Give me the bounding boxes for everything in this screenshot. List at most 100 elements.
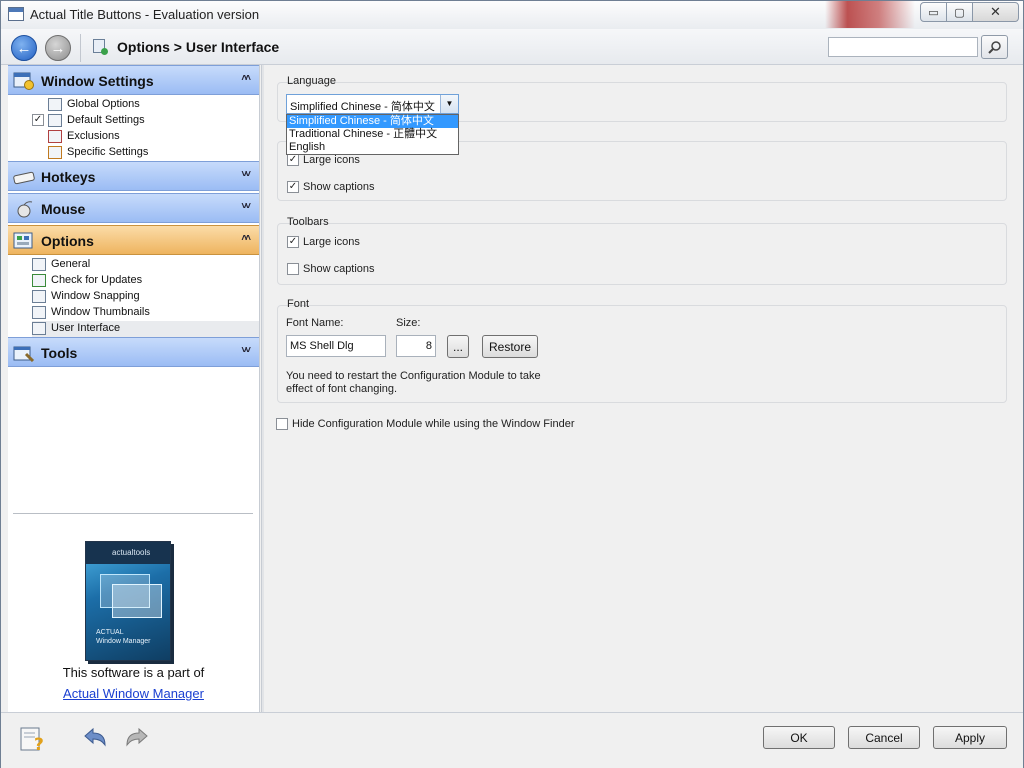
forward-arrow-icon: → (50, 39, 66, 57)
group-window-settings[interactable]: Window Settings ˄˄ (8, 65, 259, 95)
expand-chevron-icon[interactable]: ˅˅ (241, 345, 251, 356)
dropdown-arrow-icon[interactable]: ▼ (440, 95, 458, 113)
window-title: Actual Title Buttons - Evaluation versio… (30, 7, 260, 22)
promo-link[interactable]: Actual Window Manager (8, 686, 259, 701)
user-interface-icon (32, 322, 46, 335)
svg-text:?: ? (34, 735, 44, 753)
font-size-field[interactable]: 8 (396, 335, 436, 357)
sidebar-item-label: Check for Updates (51, 274, 143, 286)
promo-text: This software is a part of (62, 665, 205, 680)
group-label: Hotkeys (41, 169, 96, 185)
options-icon (13, 232, 33, 249)
language-select[interactable]: Simplified Chinese - 简体中文 ▼ (286, 94, 459, 114)
language-select-value: Simplified Chinese - 简体中文 (290, 101, 435, 113)
default-settings-checkbox[interactable]: ✓ (32, 114, 44, 126)
expand-chevron-icon[interactable]: ˅˅ (241, 201, 251, 212)
bottom-bar: ? OK Cancel Apply (1, 712, 1023, 768)
global-options-icon (48, 98, 62, 111)
font-size-label: Size: (396, 317, 421, 329)
navigation-bar: ← → Options > User Interface (1, 29, 1023, 65)
sidebar-item-user-interface[interactable]: User Interface (32, 321, 259, 337)
back-button[interactable]: ← (11, 35, 37, 61)
collapse-chevron-icon[interactable]: ˄˄ (241, 233, 251, 244)
sidebar-item-label: Exclusions (67, 130, 120, 142)
product-name-line: ACTUAL (96, 629, 124, 636)
mouse-icon (17, 201, 33, 218)
title-bar: Actual Title Buttons - Evaluation versio… (1, 1, 1023, 29)
toolbars-label: Toolbars (287, 216, 329, 228)
search-input[interactable] (828, 37, 978, 57)
toolbars-show-captions-checkbox[interactable] (287, 263, 299, 275)
ok-button[interactable]: OK (763, 726, 835, 749)
user-interface-icon (93, 39, 108, 55)
group-hotkeys[interactable]: Hotkeys ˅˅ (8, 161, 259, 191)
window-thumbnails-icon (32, 306, 46, 319)
language-option-traditional-chinese[interactable]: Traditional Chinese - 正體中文 (287, 128, 458, 141)
product-box-image: actualtools ACTUAL Window Manager (85, 541, 171, 661)
hide-config-checkbox[interactable] (276, 418, 288, 430)
nav-separator (80, 34, 81, 62)
specific-settings-icon (48, 146, 62, 159)
sidebar-item-label: Window Thumbnails (51, 306, 150, 318)
font-name-label: Font Name: (286, 317, 344, 329)
product-name: ACTUAL Window Manager (96, 628, 150, 646)
search-button[interactable] (981, 35, 1008, 59)
toolbars-group (277, 223, 1007, 285)
cancel-button[interactable]: Cancel (848, 726, 920, 749)
checkbox-label: Hide Configuration Module while using th… (292, 418, 575, 430)
sidebar-item-label: Window Snapping (51, 290, 140, 302)
group-options[interactable]: Options ˄˄ (8, 225, 259, 255)
group-tools[interactable]: Tools ˅˅ (8, 337, 259, 367)
breadcrumb: Options > User Interface (117, 39, 280, 55)
sidebar-large-icons-checkbox[interactable]: ✓ (287, 154, 299, 166)
sidebar-show-captions-checkbox[interactable]: ✓ (287, 181, 299, 193)
product-brand: actualtools (86, 542, 170, 564)
language-option-simplified-chinese[interactable]: Simplified Chinese - 简体中文 (287, 115, 458, 128)
product-window-graphic (112, 584, 162, 618)
sidebar-item-label: User Interface (51, 322, 121, 334)
minimize-button[interactable]: ▭ (920, 2, 947, 22)
exclusions-icon (48, 130, 62, 143)
sidebar-item-label: General (51, 258, 91, 270)
language-label: Language (287, 75, 336, 87)
collapse-chevron-icon[interactable]: ˄˄ (241, 73, 251, 84)
checkbox-label: Show captions (303, 181, 375, 193)
close-button[interactable]: ✕ (972, 2, 1019, 22)
sidebar-item-label: Default Settings (67, 114, 145, 126)
keyboard-icon (13, 171, 35, 185)
checkbox-label: Large icons (303, 236, 360, 248)
maximize-button[interactable]: ▢ (946, 2, 973, 22)
redo-icon[interactable] (121, 725, 151, 753)
app-window: Actual Title Buttons - Evaluation versio… (0, 0, 1024, 768)
minimize-icon: ▭ (928, 6, 939, 19)
group-label: Options (41, 233, 94, 249)
forward-button[interactable]: → (45, 35, 71, 61)
browse-font-button[interactable]: ... (447, 335, 469, 358)
app-window-icon (8, 7, 24, 21)
undo-icon[interactable] (81, 725, 111, 753)
title-bar-decoration (825, 1, 915, 28)
sidebar-item-label: Specific Settings (67, 146, 149, 158)
toolbars-large-icons-checkbox[interactable]: ✓ (287, 236, 299, 248)
apply-button[interactable]: Apply (933, 726, 1007, 749)
window-settings-icon (13, 72, 34, 90)
panel-splitter[interactable] (261, 65, 264, 712)
search-icon (987, 41, 1001, 54)
language-option-english[interactable]: English (287, 141, 458, 154)
group-mouse[interactable]: Mouse ˅˅ (8, 193, 259, 223)
font-name-field[interactable]: MS Shell Dlg (286, 335, 386, 357)
group-label: Mouse (41, 201, 86, 217)
caption-buttons: ▭ ▢ ✕ (920, 2, 1019, 22)
font-label: Font (287, 298, 310, 310)
restore-button[interactable]: Restore (482, 335, 538, 358)
tools-icon (13, 346, 35, 362)
checkbox-label: Show captions (303, 263, 375, 275)
help-icon[interactable]: ? (19, 725, 49, 753)
main-content: Language ✓ Large icons ✓ Show captions T… (265, 65, 1022, 712)
font-restart-note: You need to restart the Configuration Mo… (286, 370, 541, 395)
group-label: Window Settings (41, 73, 154, 89)
expand-chevron-icon[interactable]: ˅˅ (241, 169, 251, 180)
default-settings-icon (48, 114, 62, 127)
general-icon (32, 258, 46, 271)
sidebar-divider (13, 513, 253, 514)
